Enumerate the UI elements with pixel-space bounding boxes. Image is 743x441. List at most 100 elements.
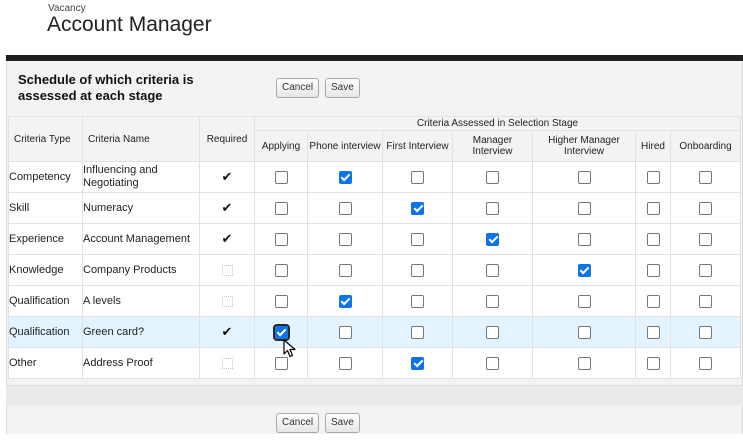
stage-checkbox[interactable] (646, 201, 660, 215)
stage-checkbox[interactable] (338, 201, 352, 215)
panel-heading-line2: assessed at each stage (18, 88, 163, 103)
cancel-button-bottom[interactable]: Cancel (276, 413, 320, 433)
stage-checkbox[interactable] (338, 170, 352, 184)
col-header-stage: First Interview (382, 130, 453, 162)
stage-checkbox[interactable] (646, 294, 660, 308)
stage-checkbox[interactable] (486, 325, 499, 339)
stage-checkbox[interactable] (699, 232, 713, 246)
stage-cell (254, 316, 308, 348)
stage-checkbox[interactable] (646, 232, 660, 246)
stage-cell (382, 347, 453, 379)
unchecked-required-icon (221, 357, 233, 369)
col-header-criteria-type: Criteria Type (8, 116, 83, 162)
stage-cell (669, 347, 742, 379)
stage-checkbox[interactable] (699, 170, 713, 184)
stage-checkbox[interactable] (577, 263, 591, 277)
save-button-bottom[interactable]: Save (325, 413, 360, 433)
stage-checkbox[interactable] (411, 356, 424, 370)
stage-cell (669, 254, 742, 286)
table-row: Other Address Proof (8, 347, 742, 379)
pointer-cursor-icon (283, 339, 296, 358)
stage-cell (669, 285, 742, 317)
criteria-type-cell: Qualification (8, 285, 83, 317)
criteria-name-cell: Address Proof (82, 347, 200, 379)
stage-cell (452, 254, 533, 286)
stage-checkbox[interactable] (338, 325, 352, 339)
stage-checkbox[interactable] (411, 170, 424, 184)
criteria-name-cell: Influencing and Negotiating (82, 161, 200, 193)
page-title: Account Manager (47, 13, 212, 36)
stage-checkbox[interactable] (486, 232, 499, 246)
stage-checkbox[interactable] (486, 294, 499, 308)
stage-checkbox[interactable] (486, 356, 499, 370)
required-cell (199, 347, 255, 379)
table-row: Knowledge Company Products (8, 254, 742, 286)
col-header-stage: Onboarding (669, 130, 742, 162)
stage-checkbox[interactable] (338, 263, 352, 277)
stage-checkbox[interactable] (577, 356, 591, 370)
table-footer-bar (6, 385, 743, 405)
stage-cell (382, 192, 453, 224)
stage-checkbox[interactable] (699, 294, 713, 308)
criteria-type-cell: Qualification (8, 316, 83, 348)
cancel-button-top[interactable]: Cancel (276, 78, 320, 98)
table-row: Skill Numeracy ✔ (8, 192, 742, 224)
table-row: Competency Influencing and Negotiating ✔ (8, 161, 742, 193)
stage-cell (254, 347, 308, 379)
stage-cell (452, 347, 533, 379)
required-cell: ✔ (199, 161, 255, 193)
stage-checkbox[interactable] (411, 294, 424, 308)
criteria-name-cell: Green card? (82, 316, 200, 348)
stage-checkbox[interactable] (699, 263, 713, 277)
stage-checkbox[interactable] (274, 170, 288, 184)
stage-cell (452, 223, 533, 255)
stage-checkbox[interactable] (338, 232, 352, 246)
stage-checkbox[interactable] (577, 232, 591, 246)
stage-checkbox[interactable] (646, 263, 660, 277)
stage-checkbox[interactable] (411, 232, 424, 246)
criteria-table: Criteria Type Criteria Name Required Cri… (8, 116, 742, 379)
stage-checkbox[interactable] (646, 325, 660, 339)
stage-cell (532, 192, 636, 224)
stage-checkbox[interactable] (486, 170, 499, 184)
stage-cell (635, 254, 671, 286)
stage-checkbox[interactable] (646, 356, 660, 370)
stage-checkbox[interactable] (577, 294, 591, 308)
checkmark-icon: ✔ (221, 169, 233, 184)
stage-checkbox[interactable] (274, 201, 288, 215)
stage-checkbox[interactable] (699, 325, 713, 339)
stage-cell (532, 285, 636, 317)
stage-checkbox[interactable] (272, 323, 290, 341)
stage-cell (307, 316, 383, 348)
stage-checkbox[interactable] (486, 263, 499, 277)
checkmark-icon: ✔ (221, 231, 233, 246)
stage-cell (452, 316, 533, 348)
stage-checkbox[interactable] (274, 263, 288, 277)
stage-cell (307, 285, 383, 317)
stage-cell (532, 347, 636, 379)
stage-checkbox[interactable] (577, 325, 591, 339)
stage-checkbox[interactable] (486, 201, 499, 215)
stage-cell (254, 192, 308, 224)
criteria-name-cell: Numeracy (82, 192, 200, 224)
stage-checkbox[interactable] (274, 294, 288, 308)
save-button-top[interactable]: Save (325, 78, 360, 98)
stage-checkbox[interactable] (411, 325, 424, 339)
stage-checkbox[interactable] (338, 294, 352, 308)
stage-checkbox[interactable] (411, 201, 424, 215)
stage-checkbox[interactable] (699, 356, 713, 370)
stage-checkbox[interactable] (577, 170, 591, 184)
stage-checkbox[interactable] (699, 201, 713, 215)
stage-checkbox[interactable] (646, 170, 660, 184)
criteria-type-cell: Knowledge (8, 254, 83, 286)
stage-cell (382, 161, 453, 193)
stage-checkbox[interactable] (577, 201, 591, 215)
col-header-stage: Higher Manager Interview (532, 130, 636, 162)
stage-checkbox[interactable] (274, 232, 288, 246)
stage-group-header: Criteria Assessed in Selection Stage (253, 116, 742, 131)
unchecked-required-icon (221, 295, 233, 307)
checkmark-icon: ✔ (221, 324, 233, 339)
stage-checkbox[interactable] (411, 263, 424, 277)
stage-checkbox[interactable] (338, 356, 352, 370)
table-row: Qualification A levels (8, 285, 742, 317)
